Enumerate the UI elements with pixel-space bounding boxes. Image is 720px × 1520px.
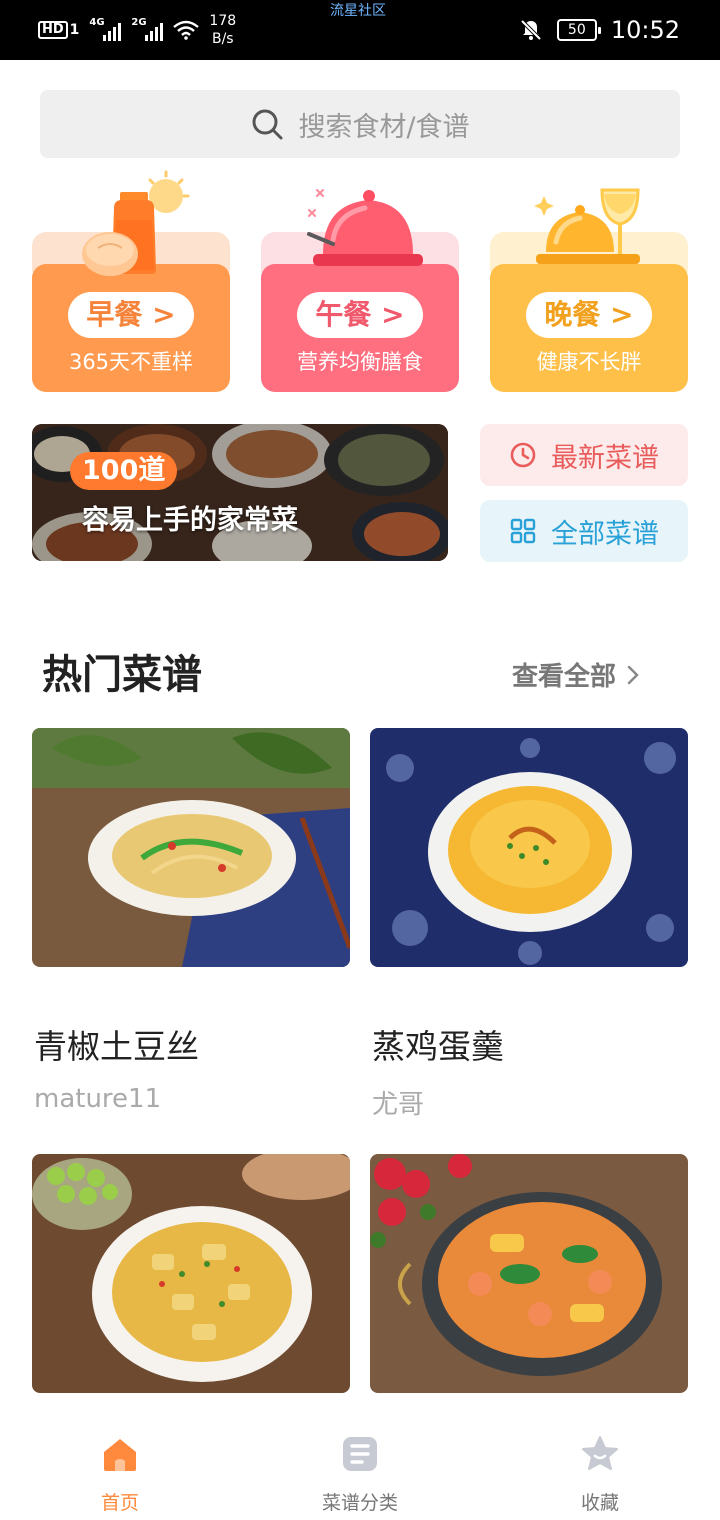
recipe-author: 尤哥 [372, 1090, 425, 1120]
breakfast-subtitle: 365天不重样 [68, 350, 194, 374]
lunch-subtitle: 营养均衡膳食 [297, 350, 423, 374]
tab-categories[interactable]: 菜谱分类 [240, 1418, 480, 1520]
clock-icon [510, 442, 536, 468]
home-cooking-banner[interactable]: 100道 容易上手的家常菜 [32, 424, 448, 561]
all-recipes-button[interactable]: 全部菜谱 [480, 500, 688, 562]
latest-recipes-button[interactable]: 最新菜谱 [480, 424, 688, 486]
dinner-card[interactable]: 晚餐 > 健康不长胖 [490, 170, 688, 392]
dinner-button[interactable]: 晚餐 > [526, 292, 652, 338]
all-recipes-label: 全部菜谱 [551, 518, 659, 550]
recipe-title: 蒸鸡蛋羹 [372, 1027, 504, 1066]
tab-home-label: 首页 [100, 1492, 139, 1514]
recipe-image [32, 728, 350, 967]
bottom-tab-bar: 首页 菜谱分类 收藏 [0, 1418, 720, 1520]
recipe-book-icon [343, 1437, 377, 1471]
community-label: 流星社区 [330, 3, 386, 19]
tab-favorites-label: 收藏 [580, 1492, 619, 1514]
banner-food-image [32, 424, 448, 561]
battery-icon: 50 [556, 19, 601, 41]
lunch-button[interactable]: 午餐 > [297, 292, 423, 338]
recipe-title: 青椒土豆丝 [34, 1027, 199, 1066]
signal-4g-icon: 4G [89, 17, 122, 41]
tab-home[interactable]: 首页 [0, 1418, 240, 1520]
search-icon [252, 109, 283, 140]
promo-title: 容易上手的家常菜 [82, 505, 298, 536]
lunch-card[interactable]: 午餐 > 营养均衡膳食 [261, 170, 459, 392]
mute-notification-icon [520, 19, 542, 41]
status-bar: HD 1 4G 2G 178 B/s 流星社区 50 10:52 [0, 0, 720, 60]
network-speed: 178 B/s [209, 13, 237, 47]
sim-indicator: 1 [69, 22, 80, 38]
chevron-right-icon [627, 665, 639, 684]
search-bar[interactable]: 搜索食材/食谱 [40, 90, 680, 158]
status-right: 50 10:52 [519, 10, 680, 50]
recipe-author: mature11 [34, 1084, 162, 1114]
recipe-image [370, 728, 688, 967]
view-all-link[interactable]: 查看全部 [512, 656, 640, 693]
status-left: HD 1 4G 2G 178 B/s [38, 10, 236, 50]
recipe-image [370, 1154, 688, 1393]
hd-indicator: HD [38, 21, 68, 39]
tab-categories-label: 菜谱分类 [321, 1492, 398, 1514]
hot-recipes-title: 热门菜谱 [42, 652, 202, 698]
dinner-illustration-icon [534, 188, 640, 264]
view-all-label: 查看全部 [512, 662, 617, 692]
dinner-subtitle: 健康不长胖 [536, 350, 642, 374]
lunch-illustration-icon [307, 189, 423, 266]
breakfast-illustration-icon [82, 170, 190, 276]
search-placeholder: 搜索食材/食谱 [298, 111, 470, 143]
breakfast-button[interactable]: 早餐 > [68, 292, 194, 338]
signal-2g-icon: 2G [131, 17, 164, 41]
clock: 10:52 [610, 16, 680, 44]
app-screen: HD 1 4G 2G 178 B/s 流星社区 50 10:52 搜索食材/食谱… [0, 0, 720, 1520]
latest-recipes-label: 最新菜谱 [551, 442, 659, 474]
wifi-icon [173, 20, 200, 40]
promo-count-badge: 100道 [70, 452, 178, 490]
recipe-image [32, 1154, 350, 1393]
breakfast-card[interactable]: 早餐 > 365天不重样 [32, 170, 230, 392]
grid-icon [510, 518, 536, 544]
tab-favorites[interactable]: 收藏 [480, 1418, 720, 1520]
star-icon [582, 1436, 618, 1470]
home-icon [104, 1439, 136, 1471]
